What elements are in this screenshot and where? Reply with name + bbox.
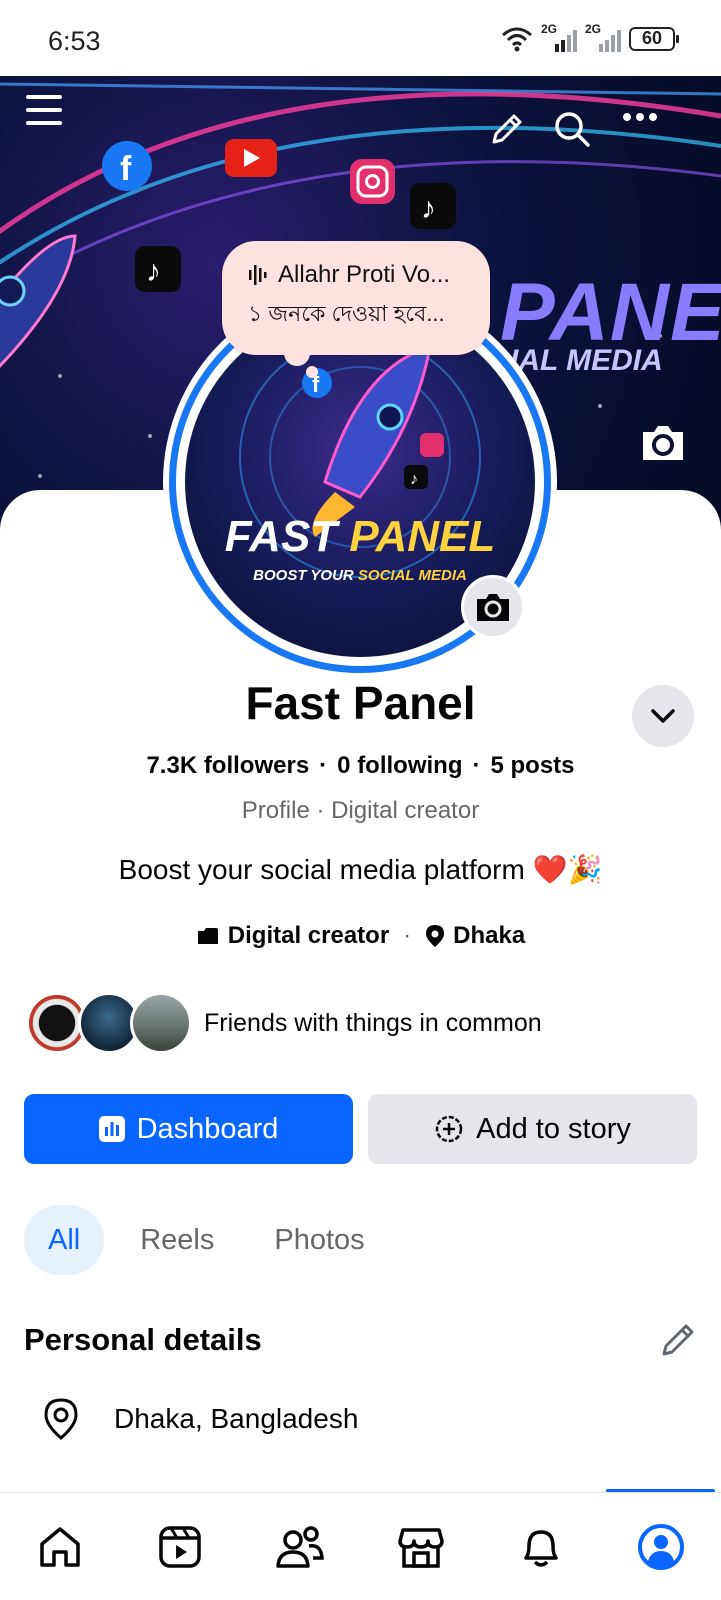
note-tail <box>284 340 310 366</box>
battery-icon: 60 <box>629 27 679 51</box>
nav-notifications[interactable] <box>506 1512 576 1582</box>
reels-icon <box>159 1525 201 1568</box>
svg-text:♪: ♪ <box>410 471 418 488</box>
chevron-down-icon <box>651 709 675 723</box>
add-to-story-button[interactable]: Add to story <box>368 1094 697 1164</box>
edit-details-button[interactable] <box>660 1322 696 1363</box>
profile-stats: 7.3K followers · 0 following · 5 posts <box>146 752 575 779</box>
briefcase-icon <box>197 928 218 944</box>
avatar-title: FAST PANEL <box>224 512 496 561</box>
intro-row: Digital creator · Dhaka <box>0 922 721 950</box>
status-time: 6:53 <box>48 26 101 56</box>
detail-location-text: Dhaka, Bangladesh <box>114 1403 359 1434</box>
edit-icon[interactable] <box>488 112 532 156</box>
profile-options-button[interactable] <box>632 685 694 747</box>
nav-home[interactable] <box>25 1512 95 1582</box>
add-story-icon <box>435 1115 463 1143</box>
svg-text:♪: ♪ <box>146 255 161 288</box>
profile-note-bubble[interactable]: Allahr Proti Vo... ১ জনকে দেওয়া হবে... <box>222 241 490 355</box>
mutual-friends-row[interactable]: Friends with things in common <box>26 992 542 1054</box>
note-tail <box>306 366 318 378</box>
posts-count[interactable]: 5 posts <box>491 752 575 779</box>
friends-text: Friends with things in common <box>204 1008 542 1037</box>
status-bar: 6:53 2G 2G 60 <box>0 0 721 76</box>
tab-reels[interactable]: Reels <box>116 1205 238 1275</box>
notifications-icon <box>523 1529 558 1567</box>
note-line2: ১ জনকে দেওয়া হবে... <box>248 301 445 326</box>
friends-icon <box>276 1525 325 1568</box>
audio-wave-icon <box>249 265 267 285</box>
home-icon <box>40 1526 80 1567</box>
personal-details-title: Personal details <box>24 1322 262 1357</box>
tab-photos[interactable]: Photos <box>250 1205 388 1275</box>
menu-icon[interactable] <box>24 92 68 136</box>
marketplace-icon <box>397 1527 444 1568</box>
dashboard-label: Dashboard <box>136 1112 279 1145</box>
location-pin-icon <box>426 925 445 947</box>
signal-icon: 2G <box>585 22 621 52</box>
profile-category: Profile · Digital creator <box>241 797 480 824</box>
profile-tabs: All Reels Photos <box>24 1205 389 1275</box>
followers-count[interactable]: 7.3K followers <box>146 752 309 779</box>
camera-icon <box>477 594 509 621</box>
note-line1: Allahr Proti Vo... <box>278 261 451 288</box>
edit-icon <box>662 1324 694 1356</box>
note-title: Allahr Proti Vo... <box>248 261 466 289</box>
nav-profile[interactable] <box>626 1512 696 1582</box>
profile-bio: Boost your social media platform ❤️🎉 <box>118 854 603 885</box>
nav-reels[interactable] <box>145 1512 215 1582</box>
profile-name: Fast Panel <box>245 677 476 729</box>
detail-location-row: Dhaka, Bangladesh <box>44 1398 358 1440</box>
avatar-camera-button[interactable] <box>461 575 525 639</box>
location-pin-icon <box>44 1398 78 1440</box>
camera-icon[interactable] <box>640 423 688 465</box>
status-icons: 2G 2G 60 <box>501 22 679 52</box>
nav-friends[interactable] <box>265 1512 335 1582</box>
wifi-icon <box>502 27 532 52</box>
bottom-navigation <box>0 1492 721 1600</box>
tab-all[interactable]: All <box>24 1205 105 1275</box>
add-to-story-label: Add to story <box>476 1112 631 1145</box>
more-icon[interactable] <box>622 112 666 156</box>
bar-chart-icon <box>98 1116 125 1142</box>
profile-icon <box>637 1523 684 1570</box>
intro-category: Digital creator <box>227 922 390 949</box>
signal-icon: 2G <box>541 22 577 52</box>
svg-text:♪: ♪ <box>421 192 436 225</box>
search-icon[interactable] <box>553 110 597 154</box>
intro-location: Dhaka <box>453 922 526 949</box>
svg-text:f: f <box>120 150 132 188</box>
following-count[interactable]: 0 following <box>337 752 462 779</box>
friend-avatar <box>130 992 192 1054</box>
dashboard-button[interactable]: Dashboard <box>24 1094 353 1164</box>
nav-marketplace[interactable] <box>386 1512 456 1582</box>
